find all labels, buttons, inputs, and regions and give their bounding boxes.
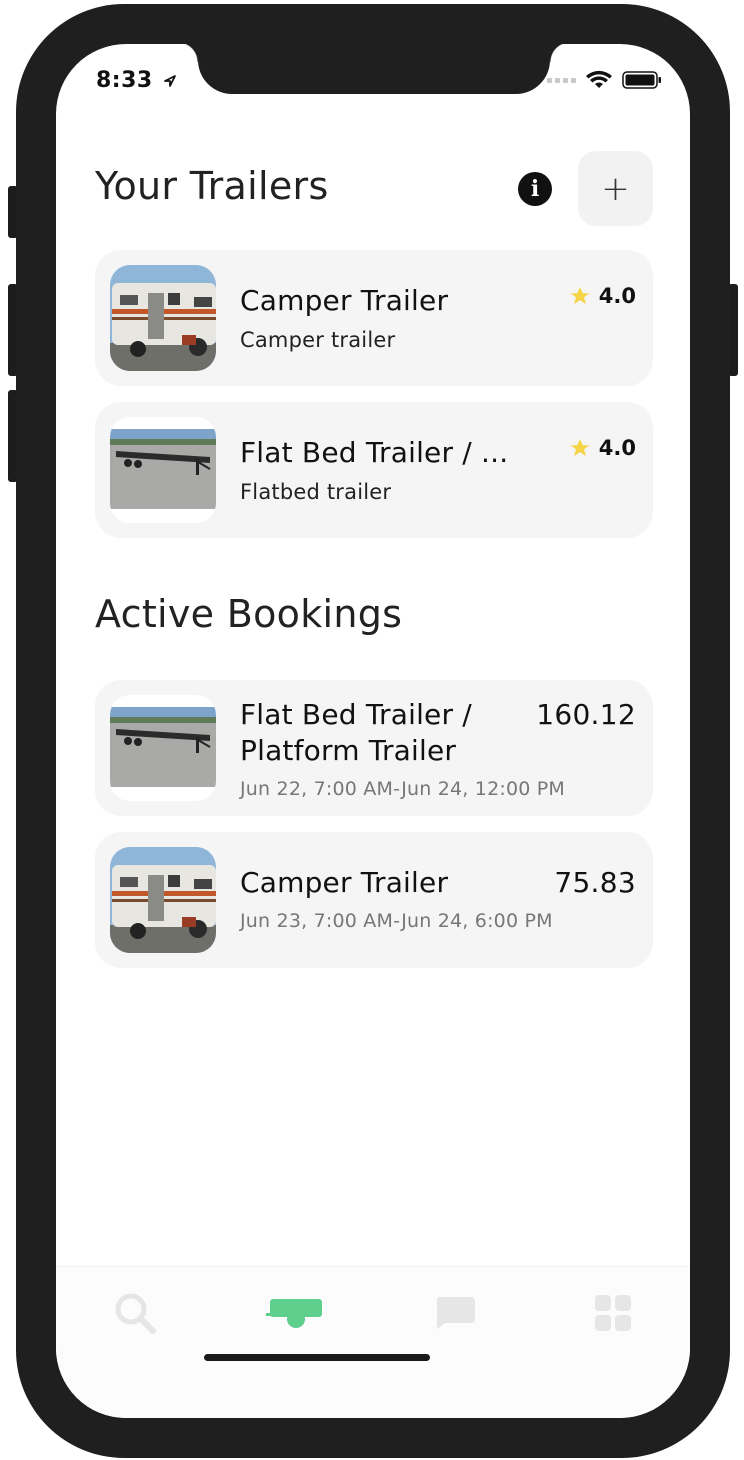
booking-thumbnail-camper [110,847,216,953]
tab-search[interactable] [110,1291,160,1335]
info-icon: i [530,176,540,202]
search-icon [115,1293,156,1334]
trailer-title: Camper Trailer [240,284,449,317]
plus-icon: + [601,168,630,209]
battery-icon [622,71,661,89]
phone-screen: 8:33 Your Trailers i + Camper Trailer Ca… [56,44,690,1418]
rating-value: 4.0 [598,284,636,308]
notch [178,44,570,94]
booking-price: 75.83 [554,866,636,899]
location-arrow-icon [164,75,176,87]
tab-bar [56,1266,690,1418]
cellular-signal-icon [547,77,576,83]
wifi-icon [586,70,612,88]
home-indicator[interactable] [204,1354,430,1361]
trailer-rating: 4.0 [569,436,636,460]
booking-title-line2: Platform Trailer [240,734,457,767]
grid-icon [595,1295,631,1331]
booking-title: Camper Trailer [240,866,449,899]
rating-value: 4.0 [598,436,636,460]
page-title: Your Trailers [95,164,329,208]
status-time: 8:33 [96,68,177,93]
booking-price: 160.12 [536,698,636,731]
section-title-active-bookings: Active Bookings [95,592,403,636]
add-trailer-button[interactable]: + [578,151,653,226]
trailer-type: Camper trailer [240,328,396,352]
booking-card[interactable]: Camper Trailer Jun 23, 7:00 AM-Jun 24, 6… [95,832,653,968]
star-icon [570,438,589,457]
tab-trailers[interactable] [266,1291,326,1335]
booking-dates: Jun 22, 7:00 AM-Jun 24, 12:00 PM [240,778,566,800]
trailer-type: Flatbed trailer [240,480,392,504]
trailer-thumbnail-flatbed [110,417,216,523]
trailer-thumbnail-camper [110,265,216,371]
status-indicators [547,70,662,90]
chat-icon [436,1297,475,1329]
status-time-text: 8:33 [96,68,153,93]
trailer-card[interactable]: Camper Trailer Camper trailer 4.0 [95,250,653,386]
trailer-title: Flat Bed Trailer / ... [240,436,509,469]
tab-messages[interactable] [430,1291,480,1335]
tab-more[interactable] [588,1291,638,1335]
info-button[interactable]: i [518,172,552,206]
booking-dates: Jun 23, 7:00 AM-Jun 24, 6:00 PM [240,910,553,932]
trailer-card[interactable]: Flat Bed Trailer / ... Flatbed trailer 4… [95,402,653,538]
booking-card[interactable]: Flat Bed Trailer / Platform Trailer Jun … [95,680,653,816]
star-icon [570,286,589,305]
booking-thumbnail-flatbed [110,695,216,801]
booking-title-line1: Flat Bed Trailer / [240,698,472,731]
trailer-rating: 4.0 [569,284,636,308]
trailer-icon [266,1299,322,1328]
